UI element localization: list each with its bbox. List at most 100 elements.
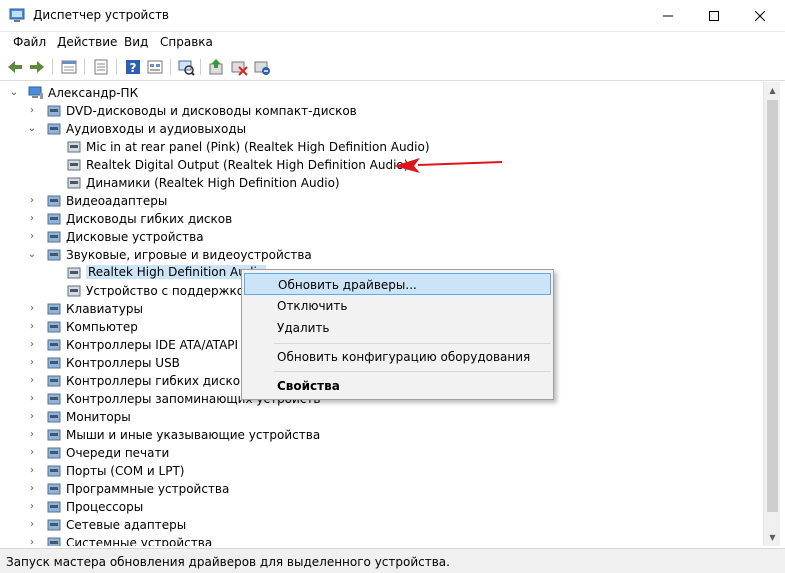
toolbar-separator [116, 59, 117, 75]
toolbar-separator [84, 59, 85, 75]
tree-item[interactable]: Динамики (Realtek High Definition Audio) [0, 174, 763, 192]
tree-item-label: Системные устройства [66, 536, 213, 546]
tree-item[interactable]: › Видеоадаптеры [0, 192, 763, 210]
expand-icon[interactable]: › [26, 228, 38, 246]
sound-device-icon [47, 249, 61, 261]
tree-item-label: Компьютер [66, 320, 138, 334]
tree-item[interactable]: › DVD-дисководы и дисководы компакт-диско… [0, 102, 763, 120]
menu-file[interactable]: Файл [13, 35, 46, 49]
expand-icon[interactable]: › [26, 408, 38, 426]
keyboard-icon [47, 303, 61, 315]
expand-icon[interactable]: › [26, 318, 38, 336]
expand-icon[interactable]: › [26, 390, 38, 408]
view-icon[interactable] [146, 58, 164, 76]
tree-item[interactable]: › Порты (COM и LPT) [0, 462, 763, 480]
minimize-button[interactable] [645, 0, 691, 32]
menu-disable[interactable]: Отключить [244, 295, 551, 317]
menu-scan-hardware[interactable]: Обновить конфигурацию оборудования [244, 346, 551, 368]
maximize-button[interactable] [691, 0, 737, 32]
expand-icon[interactable]: › [26, 462, 38, 480]
scroll-down-icon[interactable]: ▼ [764, 529, 781, 546]
menu-update-drivers[interactable]: Обновить драйверы... [244, 273, 551, 295]
scan-icon[interactable] [177, 58, 195, 76]
tree-item-label: Контроллеры USB [66, 356, 180, 370]
expand-icon[interactable]: › [26, 444, 38, 462]
tree-item[interactable]: › Дисковые устройства [0, 228, 763, 246]
dvd-drive-icon [47, 105, 61, 117]
tree-item-label: Видеоадаптеры [66, 194, 168, 208]
properties-icon[interactable] [60, 58, 78, 76]
close-button[interactable] [737, 0, 783, 32]
expand-icon[interactable]: › [26, 336, 38, 354]
vertical-scrollbar[interactable]: ▲ ▼ [763, 82, 780, 546]
collapse-icon[interactable]: ⌄ [26, 120, 38, 138]
menu-help[interactable]: Справка [160, 35, 213, 49]
help-icon[interactable]: ? [124, 58, 142, 76]
tree-item[interactable]: Realtek Digital Output (Realtek High Def… [0, 156, 763, 174]
speaker-icon [67, 267, 81, 279]
tree-item-label: Сетевые адаптеры [66, 518, 187, 532]
speaker-icon [67, 177, 81, 189]
tree-root-label: Александр-ПК [48, 86, 139, 100]
mouse-icon [47, 429, 61, 441]
uninstall-icon[interactable] [253, 58, 271, 76]
expand-icon[interactable]: › [26, 192, 38, 210]
disable-icon[interactable] [230, 58, 248, 76]
expand-icon[interactable]: › [26, 534, 38, 546]
expand-icon[interactable]: › [26, 480, 38, 498]
tree-item[interactable]: ⌄ Звуковые, игровые и видеоустройства [0, 246, 763, 264]
list-icon[interactable] [92, 58, 110, 76]
tree-root[interactable]: ⌄ Александр-ПК [0, 84, 763, 102]
tree-item[interactable]: Mic in at rear panel (Pink) (Realtek Hig… [0, 138, 763, 156]
scroll-thumb[interactable] [767, 100, 778, 512]
annotation-arrow-icon [394, 158, 503, 173]
menu-view[interactable]: Вид [124, 35, 148, 49]
status-bar: Запуск мастера обновления драйверов для … [0, 548, 785, 573]
tree-item[interactable]: › Мыши и иные указывающие устройства [0, 426, 763, 444]
maximize-icon [709, 11, 719, 21]
expand-icon[interactable]: › [26, 210, 38, 228]
software-device-icon [47, 483, 61, 495]
update-driver-icon[interactable] [207, 58, 225, 76]
tree-item[interactable]: › Мониторы [0, 408, 763, 426]
collapse-icon[interactable]: ⌄ [26, 246, 38, 264]
menu-action[interactable]: Действие [57, 35, 117, 49]
menu-uninstall[interactable]: Удалить [244, 317, 551, 339]
collapse-icon[interactable]: ⌄ [8, 84, 20, 102]
context-menu: Обновить драйверы... Отключить Удалить О… [241, 269, 554, 400]
expand-icon[interactable]: › [26, 354, 38, 372]
tree-item[interactable]: › Сетевые адаптеры [0, 516, 763, 534]
microphone-icon [67, 141, 81, 153]
scroll-up-icon[interactable]: ▲ [764, 82, 781, 99]
tree-item-label: Контроллеры IDE ATA/ATAPI [66, 338, 239, 352]
back-icon[interactable] [6, 58, 24, 76]
tree-item-label: Программные устройства [66, 482, 230, 496]
tree-item[interactable]: ⌄ Аудиовходы и аудиовыходы [0, 120, 763, 138]
computer-icon [47, 321, 61, 333]
title-bar: Диспетчер устройств [0, 0, 785, 32]
tree-item[interactable]: › Программные устройства [0, 480, 763, 498]
window-title: Диспетчер устройств [33, 8, 170, 22]
expand-icon[interactable]: › [26, 498, 38, 516]
tree-item-label: Аудиовходы и аудиовыходы [66, 122, 247, 136]
tree-item-label: Звуковые, игровые и видеоустройства [66, 248, 312, 262]
menu-properties[interactable]: Свойства [244, 375, 551, 397]
system-device-icon [47, 537, 61, 546]
tree-item[interactable]: › Очереди печати [0, 444, 763, 462]
expand-icon[interactable]: › [26, 516, 38, 534]
expand-icon[interactable]: › [26, 102, 38, 120]
forward-icon[interactable] [28, 58, 46, 76]
menu-separator [274, 371, 551, 372]
menu-bar: Файл Действие Вид Справка [0, 32, 785, 52]
toolbar-separator [200, 59, 201, 75]
tree-item[interactable]: › Системные устройства [0, 534, 763, 546]
tree-item[interactable]: › Дисководы гибких дисков [0, 210, 763, 228]
port-icon [47, 465, 61, 477]
expand-icon[interactable]: › [26, 372, 38, 390]
tree-item[interactable]: › Процессоры [0, 498, 763, 516]
close-icon [755, 11, 765, 21]
tree-item-label: Realtek Digital Output (Realtek High Def… [86, 158, 409, 172]
status-text: Запуск мастера обновления драйверов для … [6, 555, 450, 569]
expand-icon[interactable]: › [26, 426, 38, 444]
expand-icon[interactable]: › [26, 300, 38, 318]
